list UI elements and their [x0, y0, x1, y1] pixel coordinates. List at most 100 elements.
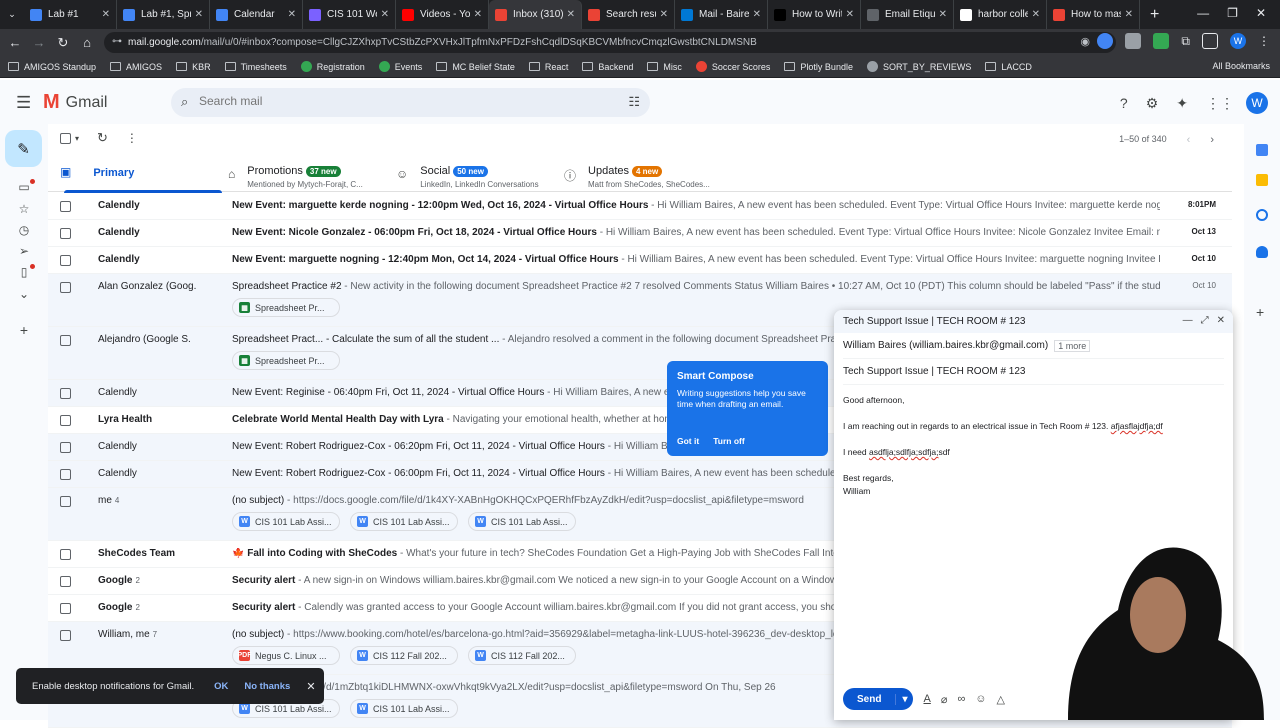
bookmark-item[interactable]: LACCD	[985, 62, 1032, 72]
close-tab-icon[interactable]: ✕	[660, 9, 668, 20]
select-all-checkbox[interactable]	[60, 132, 71, 144]
link-icon[interactable]: ∞	[957, 693, 965, 705]
minimize-icon[interactable]: —	[1197, 6, 1209, 20]
next-page-icon[interactable]: ›	[1210, 134, 1214, 146]
email-row[interactable]: ☆CalendlyNew Event: Nicole Gonzalez - 06…	[48, 220, 1232, 247]
gemini-icon[interactable]: ✦	[1176, 95, 1188, 112]
puzzle-icon[interactable]: ⧉	[1181, 34, 1190, 49]
drive-icon[interactable]: △	[997, 693, 1005, 706]
close-tab-icon[interactable]: ✕	[939, 9, 947, 20]
add-addon-icon[interactable]: +	[1256, 304, 1264, 320]
profile-avatar[interactable]: W	[1230, 33, 1246, 49]
recipients-field[interactable]: William Baires (william.baires.kbr@gmail…	[843, 333, 1224, 359]
tab-updates[interactable]: ⓘ Updates 4 new Matt from SheCodes, SheCo…	[564, 156, 710, 192]
close-tab-icon[interactable]: ✕	[1032, 9, 1040, 20]
subject-field[interactable]: Tech Support Issue | TECH ROOM # 123	[843, 359, 1224, 385]
help-icon[interactable]: ?	[1120, 95, 1128, 111]
recipient[interactable]: William Baires (william.baires.kbr@gmail…	[843, 340, 1048, 351]
emoji-icon[interactable]: ☺	[975, 693, 986, 705]
close-tab-icon[interactable]: ✕	[567, 9, 575, 20]
prev-page-icon[interactable]: ‹	[1187, 134, 1191, 146]
snoozed-icon[interactable]: ◷	[17, 223, 31, 237]
close-tab-icon[interactable]: ✕	[288, 9, 296, 20]
row-checkbox[interactable]	[60, 228, 71, 239]
inbox-icon[interactable]: ▭	[17, 180, 31, 194]
tab-search-icon[interactable]: ⌄	[0, 9, 24, 20]
browser-tab[interactable]: Email Etique ✕	[861, 0, 954, 29]
attachment-chip[interactable]: W CIS 112 Fall 202...	[350, 646, 458, 665]
account-avatar[interactable]: W	[1246, 92, 1268, 114]
browser-tab[interactable]: harbor colle ✕	[954, 0, 1047, 29]
row-checkbox[interactable]	[60, 255, 71, 266]
address-bar[interactable]: ⊶ mail.google.com/mail/u/0/#inbox?compos…	[104, 32, 1116, 53]
main-menu-icon[interactable]: ☰	[16, 93, 31, 113]
tasks-icon[interactable]	[1256, 209, 1268, 221]
settings-icon[interactable]: ⚙	[1146, 95, 1159, 112]
close-window-icon[interactable]: ✕	[1256, 6, 1266, 20]
more-icon[interactable]: ⌄	[17, 287, 31, 301]
chevron-down-icon[interactable]: ▾	[75, 134, 79, 143]
message-body[interactable]: Good afternoon, I am reaching out in reg…	[843, 394, 1163, 498]
bookmark-item[interactable]: KBR	[176, 62, 211, 72]
row-checkbox[interactable]	[60, 630, 71, 641]
attachment-chip[interactable]: W CIS 101 Lab Assi...	[350, 699, 458, 718]
extension-icon[interactable]	[1153, 33, 1170, 49]
search-box[interactable]: ⌕ ☷	[171, 88, 650, 117]
formatting-icon[interactable]: A	[923, 693, 930, 705]
back-icon[interactable]: ←	[3, 35, 27, 50]
bookmark-item[interactable]: AMIGOS Standup	[8, 62, 96, 72]
row-checkbox[interactable]	[60, 335, 71, 346]
row-checkbox[interactable]	[60, 496, 71, 507]
gmail-logo[interactable]: M Gmail	[43, 91, 107, 114]
bookmark-item[interactable]: AMIGOS	[110, 62, 162, 72]
menu-icon[interactable]: ⋮	[1258, 34, 1270, 48]
bookmark-item[interactable]: Misc	[647, 62, 682, 72]
more-recipients[interactable]: 1 more	[1054, 339, 1091, 352]
new-tab-button[interactable]: +	[1150, 6, 1159, 24]
bookmark-item[interactable]: MC Belief State	[436, 62, 515, 72]
browser-tab[interactable]: How to Writ ✕	[768, 0, 861, 29]
browser-tab[interactable]: Videos - You ✕	[396, 0, 489, 29]
attachment-chip[interactable]: W CIS 101 Lab Assi...	[468, 512, 576, 531]
attachment-chip[interactable]: ▦ Spreadsheet Pr...	[232, 298, 340, 317]
attachment-chip[interactable]: ▦ Spreadsheet Pr...	[232, 351, 340, 370]
attachment-chip[interactable]: W CIS 112 Fall 202...	[468, 646, 576, 665]
site-info-icon[interactable]: ⊶	[112, 36, 122, 47]
bookmark-item[interactable]: Soccer Scores	[695, 61, 770, 72]
turn-off-button[interactable]: Turn off	[713, 436, 744, 446]
reload-icon[interactable]: ↻	[51, 35, 75, 51]
extension-icon[interactable]	[1125, 33, 1142, 49]
row-checkbox[interactable]	[60, 282, 71, 293]
attachment-chip[interactable]: W CIS 101 Lab Assi...	[232, 512, 340, 531]
fullscreen-icon[interactable]: ⤢	[1201, 315, 1209, 326]
keep-icon[interactable]	[1256, 174, 1268, 186]
compose-header[interactable]: Tech Support Issue | TECH ROOM # 123 — ⤢…	[834, 310, 1233, 333]
bookmark-item[interactable]: Backend	[582, 62, 633, 72]
close-tab-icon[interactable]: ✕	[474, 9, 482, 20]
search-icon[interactable]: ⌕	[181, 94, 188, 110]
refresh-icon[interactable]: ↻	[97, 130, 108, 146]
compose-button[interactable]: ✎	[5, 130, 42, 167]
browser-tab[interactable]: Inbox (310) ✕	[489, 0, 582, 29]
tab-primary[interactable]: ▣ Primary	[60, 156, 222, 193]
close-tab-icon[interactable]: ✕	[846, 9, 854, 20]
row-checkbox[interactable]	[60, 469, 71, 480]
maximize-icon[interactable]: ❐	[1227, 6, 1238, 20]
bookmark-item[interactable]: Registration	[300, 61, 365, 72]
close-tab-icon[interactable]: ✕	[1125, 9, 1133, 20]
create-label-icon[interactable]: +	[17, 322, 31, 338]
got-it-button[interactable]: Got it	[677, 436, 699, 446]
bookmark-item[interactable]: SORT_BY_REVIEWS	[866, 61, 971, 72]
row-checkbox[interactable]	[60, 415, 71, 426]
tab-promotions[interactable]: ⌂ Promotions 37 new Mentioned by Mytych-F…	[228, 156, 363, 192]
attachment-chip[interactable]: PDF Negus C. Linux ...	[232, 646, 340, 665]
calendar-icon[interactable]	[1256, 144, 1268, 156]
bookmark-item[interactable]: Plotly Bundle	[784, 62, 853, 72]
no-thanks-button[interactable]: No thanks	[244, 681, 290, 692]
attach-icon[interactable]: ⌀	[941, 693, 948, 706]
row-checkbox[interactable]	[60, 603, 71, 614]
row-checkbox[interactable]	[60, 388, 71, 399]
home-icon[interactable]: ⌂	[75, 35, 99, 50]
forward-icon[interactable]: →	[27, 35, 51, 50]
more-options-icon[interactable]: ⋮	[126, 131, 138, 145]
